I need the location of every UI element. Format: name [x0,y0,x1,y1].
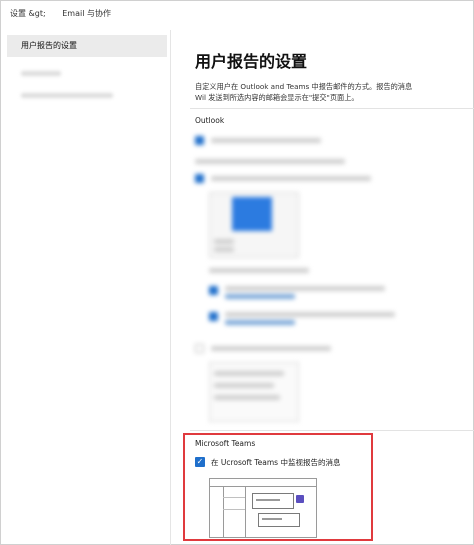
blurred-text [21,93,113,98]
checkbox[interactable] [195,174,204,183]
illustration-text-bar [262,518,282,520]
illustration-text-bar [256,499,280,501]
preview-line [214,395,280,400]
blurred-text [209,268,309,273]
blurred-text [225,286,385,291]
blurred-text [211,346,331,351]
teams-avatar-icon [296,495,304,503]
preview-image [209,362,299,422]
outlook-settings-blurred [189,126,459,426]
illustration-rail [210,486,224,538]
blurred-text [21,71,61,76]
checkbox[interactable] [195,344,204,353]
teams-illustration [209,478,317,538]
description-line-2: Wil 发送到所选内容的邮箱会显示在"提交"页面上。 [195,93,359,102]
preview-line [214,239,234,244]
outlook-section-label: Outlook [195,116,225,125]
preview-highlight [232,197,272,231]
sidebar-item-blurred-2[interactable] [7,84,167,106]
divider [190,430,474,431]
sidebar-item-user-reported-settings[interactable]: 用户报告的设置 [7,35,167,57]
preview-image [209,192,299,258]
breadcrumb-current: Email 与协作 [62,9,111,18]
blurred-link[interactable] [225,294,295,299]
page-title: 用户报告的设置 [195,52,308,71]
sidebar: 用户报告的设置 [0,30,171,545]
preview-line [214,371,284,376]
sidebar-item-blurred-1[interactable] [7,62,167,84]
top-bar: 设置 &gt; Email 与协作 [0,0,474,30]
checkbox[interactable] [195,136,204,145]
breadcrumb-settings-link[interactable]: 设置 &gt; [10,9,46,18]
breadcrumb: 设置 &gt; Email 与协作 [10,8,111,19]
blurred-link[interactable] [225,320,295,325]
radio-option[interactable] [209,286,218,295]
blurred-text [211,138,321,143]
blurred-text [211,176,371,181]
checkmark-icon: ✓ [196,457,204,466]
preview-line [214,383,274,388]
page-description: 自定义用户在 Outlook and Teams 中报告邮件的方式。报告的消息 … [195,81,465,103]
illustration-list-row [223,497,245,498]
illustration-reply-bubble [258,513,300,527]
illustration-list [223,486,246,538]
radio-option[interactable] [209,312,218,321]
teams-monitor-label: 在 Ucrosoft Teams 中监视报告的消息 [211,458,341,467]
divider [190,108,474,109]
teams-monitor-checkbox[interactable]: ✓ [195,457,205,467]
teams-section-label: Microsoft Teams [195,439,256,448]
illustration-message-bubble [252,493,294,509]
blurred-text [225,312,395,317]
description-line-1: 自定义用户在 Outlook and Teams 中报告邮件的方式。报告的消息 [195,82,413,91]
illustration-list-row [223,509,245,510]
preview-line [214,247,234,252]
blurred-text [195,159,345,164]
